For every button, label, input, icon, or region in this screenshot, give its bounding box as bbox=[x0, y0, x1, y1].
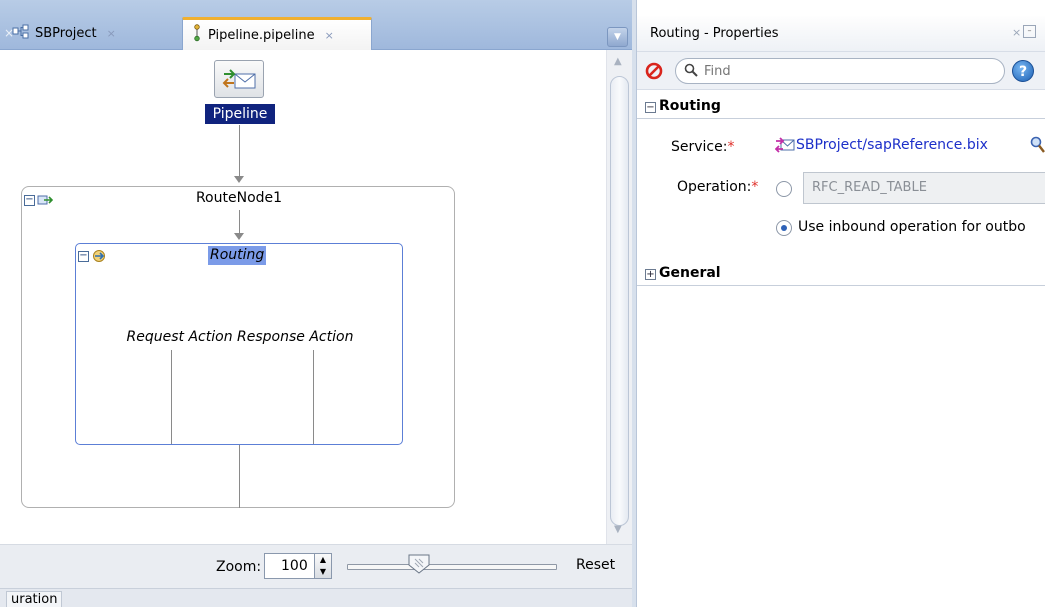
inbound-operation-label[interactable]: Use inbound operation for outbo bbox=[798, 219, 1026, 235]
tab-close-icon[interactable]: × bbox=[107, 27, 116, 40]
routing-controls: − bbox=[78, 249, 107, 263]
zoom-slider-thumb[interactable] bbox=[407, 553, 431, 575]
request-branch-line bbox=[171, 350, 172, 444]
scrollbar-thumb[interactable] bbox=[610, 76, 629, 526]
connector-line bbox=[239, 210, 240, 235]
tab-sbproject[interactable]: SBProject × bbox=[4, 17, 180, 50]
pipeline-editor: × SBProject × Pipeline.pipeline × ▼ Pipe… bbox=[0, 0, 632, 607]
section-divider bbox=[637, 285, 1045, 286]
service-label-text: Service: bbox=[671, 139, 728, 155]
routing-icon bbox=[93, 250, 105, 262]
project-icon bbox=[12, 24, 30, 44]
section-divider bbox=[637, 118, 1045, 119]
operation-select[interactable]: RFC_READ_TABLE bbox=[803, 172, 1045, 204]
zoom-bar: Zoom: 100 ▲ ▼ Reset bbox=[0, 544, 632, 588]
route-node-controls: − bbox=[24, 193, 53, 207]
envelope-exchange-icon bbox=[222, 69, 256, 89]
connector-arrow bbox=[234, 176, 244, 183]
stop-icon[interactable] bbox=[645, 62, 663, 80]
service-value[interactable]: SBProject/sapReference.bix bbox=[796, 137, 988, 153]
connector-arrow bbox=[234, 233, 244, 240]
properties-title: Routing - Properties bbox=[650, 26, 779, 41]
response-branch-line bbox=[313, 350, 314, 444]
service-link[interactable]: SBProject/sapReference.bix bbox=[775, 137, 988, 153]
connector-line bbox=[239, 445, 240, 508]
section-title: General bbox=[659, 265, 721, 281]
properties-toolbar: ? bbox=[637, 52, 1045, 90]
zoom-label: Zoom: bbox=[216, 559, 262, 575]
search-icon bbox=[684, 63, 698, 81]
tab-close-icon[interactable]: × bbox=[325, 29, 334, 42]
operation-label: Operation:* bbox=[677, 179, 758, 195]
scroll-down-icon[interactable]: ▼ bbox=[614, 524, 622, 535]
bottom-tab-bar: uration bbox=[0, 588, 632, 607]
tab-list-dropdown-button[interactable]: ▼ bbox=[607, 27, 628, 47]
required-marker: * bbox=[751, 179, 759, 195]
routing-section-header[interactable]: − Routing bbox=[637, 97, 1045, 119]
service-label: Service:* bbox=[671, 139, 734, 155]
scroll-up-icon[interactable]: ▲ bbox=[614, 56, 622, 67]
general-section-header[interactable]: + General bbox=[637, 264, 1045, 286]
tab-label: Pipeline.pipeline bbox=[208, 27, 315, 43]
collapse-toggle[interactable]: − bbox=[78, 250, 89, 262]
minimize-icon[interactable]: – bbox=[1023, 25, 1036, 38]
response-action-label[interactable]: Response Action bbox=[237, 329, 353, 345]
close-icon[interactable]: × bbox=[1012, 26, 1021, 39]
zoom-spinner[interactable]: ▲ ▼ bbox=[314, 553, 332, 579]
operation-label-text: Operation: bbox=[677, 179, 752, 195]
collapse-toggle[interactable]: − bbox=[24, 194, 35, 206]
inbound-operation-radio[interactable] bbox=[776, 220, 792, 236]
vertical-scrollbar[interactable]: ▲ ▼ bbox=[606, 50, 632, 544]
pipeline-node-icon[interactable] bbox=[214, 60, 264, 98]
pipeline-file-icon bbox=[191, 24, 203, 46]
expand-toggle[interactable]: + bbox=[645, 269, 656, 280]
operation-select-radio[interactable] bbox=[776, 181, 792, 197]
routing-action[interactable]: Routing Request Action Response Action bbox=[75, 243, 403, 445]
request-action-label[interactable]: Request Action bbox=[127, 329, 233, 345]
routing-action-title[interactable]: Routing bbox=[208, 246, 267, 265]
route-node-icon bbox=[37, 195, 53, 205]
find-input[interactable] bbox=[704, 62, 984, 80]
section-title: Routing bbox=[659, 98, 721, 114]
zoom-slider-track[interactable] bbox=[347, 564, 557, 570]
tab-label: SBProject bbox=[35, 26, 97, 41]
find-field[interactable] bbox=[675, 58, 1005, 84]
request-response-actions: Request Action Response Action bbox=[76, 329, 404, 345]
required-marker: * bbox=[727, 139, 735, 155]
reset-button[interactable]: Reset bbox=[576, 557, 615, 573]
zoom-input[interactable]: 100 bbox=[264, 553, 316, 579]
editor-tab-bar: × SBProject × Pipeline.pipeline × ▼ bbox=[0, 0, 632, 50]
bottom-tab[interactable]: uration bbox=[6, 591, 63, 607]
properties-header: Routing - Properties × – bbox=[637, 16, 1045, 52]
proxy-service-icon bbox=[775, 137, 795, 153]
collapse-toggle[interactable]: − bbox=[645, 102, 656, 113]
help-icon[interactable]: ? bbox=[1012, 60, 1034, 82]
pipeline-node-label[interactable]: Pipeline bbox=[205, 104, 275, 124]
route-node-title: RouteNode1 bbox=[195, 190, 283, 206]
connector-line bbox=[239, 125, 240, 178]
magnifier-icon[interactable] bbox=[1030, 136, 1045, 158]
properties-panel: Routing - Properties × – ? − Routing Ser… bbox=[636, 0, 1045, 607]
tab-pipeline[interactable]: Pipeline.pipeline × bbox=[182, 17, 372, 50]
